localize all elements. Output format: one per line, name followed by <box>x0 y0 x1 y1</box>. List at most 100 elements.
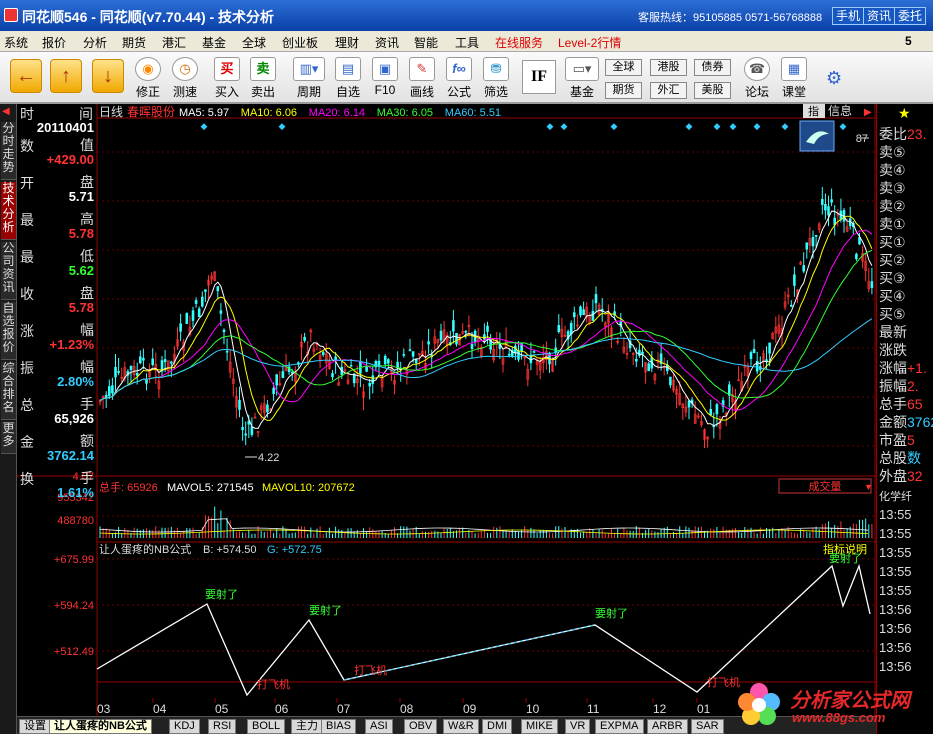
trade-button[interactable]: 委托 <box>894 7 927 25</box>
indicator-tab[interactable]: RSI <box>208 719 237 734</box>
indicator-tab[interactable]: OBV <box>404 719 438 734</box>
period-text[interactable]: 日线 <box>99 105 123 119</box>
indicator-tab[interactable]: W&R <box>443 719 479 734</box>
candle-body <box>108 386 111 397</box>
side-tab-technical[interactable]: 技术分析 <box>1 182 16 240</box>
draw-label: 画线 <box>409 85 434 99</box>
candle-body <box>814 235 818 237</box>
filter-button[interactable]: ⛃ 筛选 <box>481 57 511 100</box>
chart-area[interactable]: ◆◆◆◆◆◆◆◆◆◆◆◆ 030405060708091011120102 日线… <box>17 104 876 720</box>
menu-fund[interactable]: 基金 <box>202 34 226 51</box>
candle-body <box>811 237 815 247</box>
indicator-tab[interactable]: ASI <box>365 719 393 734</box>
indicator-tab[interactable]: DMI <box>482 719 513 734</box>
field-value: 3762.14 <box>47 448 94 463</box>
global-mini-button[interactable]: 全球 <box>605 59 642 76</box>
indicator-tab[interactable]: VR <box>565 719 591 734</box>
menu-hk[interactable]: 港汇 <box>162 34 186 51</box>
watermark-title: 分析家公式网 <box>790 690 910 712</box>
fix-button[interactable]: ◉ 修正 <box>133 57 163 100</box>
back-arrow-icon[interactable]: ← <box>10 59 42 93</box>
title-bar: 同花顺546 - 同花顺(v7.70.44) - 技术分析 客服热线：95105… <box>0 0 933 31</box>
indicator-tab[interactable]: BIAS <box>321 719 357 734</box>
speed-button[interactable]: ◷ 测速 <box>170 57 200 100</box>
candle-body <box>802 265 806 272</box>
menu-global[interactable]: 全球 <box>242 34 266 51</box>
indicator-tab[interactable]: MIKE <box>521 719 558 734</box>
f10-button[interactable]: ▣ F10 <box>370 57 400 97</box>
candle-body <box>244 433 247 436</box>
field-value: 5.71 <box>68 189 94 204</box>
menu-level2[interactable]: Level-2行情 <box>558 34 621 51</box>
watchlist-icon: ▤ <box>335 57 361 81</box>
us-mini-button[interactable]: 美股 <box>694 82 731 99</box>
info-label[interactable]: 信息 <box>828 104 852 118</box>
candle-body <box>870 281 874 288</box>
quote-row: 卖② <box>879 196 906 216</box>
mavol5-text: MAVOL5: 271545 <box>167 482 254 494</box>
menu-quote[interactable]: 报价 <box>42 34 66 51</box>
hk-mini-button[interactable]: 港股 <box>650 59 687 76</box>
formula-button[interactable]: f∞ 公式 <box>444 57 474 100</box>
candle-body <box>170 361 173 364</box>
indicator-tab[interactable]: ARBR <box>647 719 688 734</box>
if-button[interactable]: IF <box>522 60 556 94</box>
indicator-tab[interactable]: SAR <box>691 719 724 734</box>
candle-body <box>222 329 226 333</box>
signal-marker-icon: ◆ <box>754 121 761 131</box>
quote-row: 买⑤ <box>879 304 906 324</box>
fx-mini-button[interactable]: 外汇 <box>650 82 687 99</box>
menu-online[interactable]: 在线服务 <box>495 34 543 51</box>
draw-button[interactable]: ✎ 画线 <box>407 57 437 100</box>
side-tab-ranking[interactable]: 综合排名 <box>1 362 16 420</box>
signal-up-label: 要射了 <box>205 587 238 601</box>
menu-info[interactable]: 资讯 <box>375 34 399 51</box>
dropdown-arrow-icon[interactable]: ▼ <box>864 482 873 492</box>
period-button[interactable]: ▥▾ 周期 <box>292 57 326 100</box>
bond-mini-button[interactable]: 债券 <box>694 59 731 76</box>
down-arrow-icon[interactable]: ↓ <box>92 59 124 93</box>
candle-body <box>194 300 198 304</box>
up-arrow-icon[interactable]: ↑ <box>50 59 82 93</box>
menu-system[interactable]: 系统 <box>4 34 28 51</box>
field-value: +429.00 <box>46 152 94 167</box>
indicator-tab[interactable]: KDJ <box>169 719 200 734</box>
gear-icon[interactable]: ⚙ <box>826 68 842 89</box>
menu-smart[interactable]: 智能 <box>414 34 438 51</box>
signal-marker-icon: ◆ <box>561 121 568 131</box>
watchlist-button[interactable]: ▤ 自选 <box>333 57 363 100</box>
menu-finance[interactable]: 理财 <box>335 34 359 51</box>
class-button[interactable]: ▦ 课堂 <box>779 57 809 100</box>
menu-futures[interactable]: 期货 <box>122 34 146 51</box>
fund-button[interactable]: ▭▾ 基金 <box>564 57 600 100</box>
side-tab-more[interactable]: 更多 <box>1 422 16 454</box>
field-label-left: 总 <box>20 397 34 413</box>
candle-body <box>486 325 489 332</box>
star-icon[interactable]: ★ <box>898 105 911 122</box>
side-tab-company[interactable]: 公司资讯 <box>1 242 16 300</box>
side-tab-scroll-icon[interactable]: ◀ <box>2 106 10 117</box>
indicator-tab[interactable]: BOLL <box>247 719 286 734</box>
futures-mini-button[interactable]: 期货 <box>605 82 642 99</box>
menu-analysis[interactable]: 分析 <box>83 34 107 51</box>
indicator-tab[interactable]: 让人蛋疼的NB公式 <box>49 719 152 734</box>
indicator-tab[interactable]: 设置 <box>19 719 51 734</box>
candle-body <box>266 404 269 413</box>
news-button[interactable]: 资讯 <box>863 7 896 25</box>
forum-button[interactable]: ☎ 论坛 <box>742 57 772 100</box>
indicator-tab[interactable]: 主力 <box>291 719 323 734</box>
sell-button[interactable]: 卖卖出 <box>248 57 278 100</box>
indicator-tab[interactable]: EXPMA <box>595 719 644 734</box>
candle-body <box>789 304 793 307</box>
buy-button[interactable]: 买买入 <box>212 57 242 100</box>
menu-tools[interactable]: 工具 <box>455 34 479 51</box>
candle-body <box>709 409 713 415</box>
candle-body <box>411 351 415 357</box>
side-tab-intraday[interactable]: 分时走势 <box>1 122 16 180</box>
phone-button[interactable]: 手机 <box>832 7 865 25</box>
side-tab-watchlist[interactable]: 自选报价 <box>1 302 16 360</box>
menu-gem[interactable]: 创业板 <box>282 34 318 51</box>
expand-arrow-icon[interactable]: ▶ <box>864 107 872 118</box>
tick-time: 13:56 <box>879 640 912 655</box>
x-axis-label: 04 <box>153 702 167 716</box>
